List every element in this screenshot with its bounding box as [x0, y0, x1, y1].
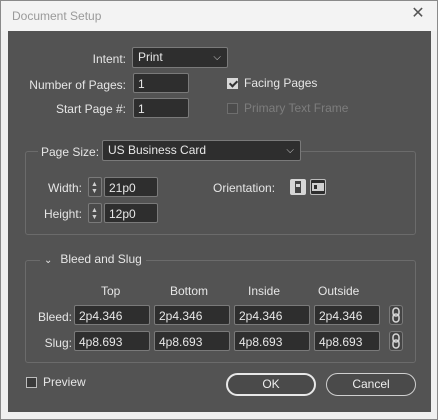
bleed-link-button[interactable] [389, 305, 403, 325]
ok-button[interactable]: OK [226, 373, 316, 396]
document-setup-dialog: Document Setup ✕ Intent: Print ⌵ Number … [0, 0, 438, 420]
stepper-up-icon: ▲ [91, 181, 98, 188]
bleed-slug-toggle[interactable]: ⌄ Bleed and Slug [40, 252, 146, 266]
column-bottom: Bottom [170, 284, 209, 298]
pages-label: Number of Pages: [29, 78, 126, 92]
column-outside: Outside [318, 284, 360, 298]
width-field[interactable]: 21p0 [104, 177, 158, 197]
window-title: Document Setup [12, 9, 102, 23]
slug-bottom-field[interactable]: 4p8.693 [154, 331, 230, 351]
height-stepper[interactable]: ▲ ▼ [88, 203, 102, 223]
preview-checkbox[interactable] [26, 377, 37, 388]
preview-label: Preview [43, 375, 86, 389]
slug-inside-field[interactable]: 4p8.693 [234, 331, 310, 351]
start-page-label: Start Page #: [55, 102, 126, 116]
page-size-select[interactable]: US Business Card ⌵ [102, 140, 301, 161]
slug-link-button[interactable] [389, 331, 403, 351]
slug-top-field[interactable]: 4p8.693 [74, 331, 150, 351]
chain-link-icon [392, 333, 400, 349]
column-top: Top [101, 284, 121, 298]
width-stepper[interactable]: ▲ ▼ [88, 177, 102, 197]
page-size-value: US Business Card [108, 143, 207, 157]
landscape-icon[interactable] [310, 179, 326, 195]
facing-pages-checkbox[interactable] [227, 78, 238, 89]
primary-text-frame-label: Primary Text Frame [244, 101, 349, 115]
number-of-pages-field[interactable]: 1 [133, 73, 189, 93]
slug-outside-field[interactable]: 4p8.693 [314, 331, 380, 351]
intent-select[interactable]: Print ⌵ [132, 47, 228, 68]
width-label: Width: [47, 181, 82, 195]
intent-value: Print [138, 50, 163, 64]
bleed-label: Bleed: [37, 310, 72, 324]
close-icon[interactable]: ✕ [409, 5, 427, 23]
slug-label: Slug: [44, 336, 72, 350]
chevron-down-icon: ⌄ [44, 255, 53, 266]
chain-link-icon [392, 307, 400, 323]
chevron-down-icon: ⌵ [286, 145, 294, 156]
chevron-down-icon: ⌵ [213, 52, 221, 63]
facing-pages-label: Facing Pages [244, 76, 318, 90]
title-bar: Document Setup ✕ [1, 1, 437, 31]
cancel-button[interactable]: Cancel [326, 373, 416, 396]
primary-text-frame-checkbox[interactable] [227, 103, 238, 114]
stepper-up-icon: ▲ [91, 207, 98, 214]
height-field[interactable]: 12p0 [104, 203, 158, 223]
start-page-field[interactable]: 1 [133, 98, 189, 118]
bleed-top-field[interactable]: 2p4.346 [74, 305, 150, 325]
height-label: Height: [43, 207, 82, 221]
portrait-icon[interactable] [290, 179, 306, 195]
column-inside: Inside [248, 284, 281, 298]
page-size-label: Page Size: [38, 145, 103, 159]
stepper-down-icon: ▼ [91, 214, 98, 221]
bleed-slug-label: Bleed and Slug [60, 252, 142, 266]
dialog-body: Intent: Print ⌵ Number of Pages: 1 Start… [8, 31, 431, 412]
bleed-inside-field[interactable]: 2p4.346 [234, 305, 310, 325]
intent-label: Intent: [92, 52, 126, 66]
orientation-label: Orientation: [213, 181, 276, 195]
stepper-down-icon: ▼ [91, 188, 98, 195]
bleed-outside-field[interactable]: 2p4.346 [314, 305, 380, 325]
bleed-bottom-field[interactable]: 2p4.346 [154, 305, 230, 325]
